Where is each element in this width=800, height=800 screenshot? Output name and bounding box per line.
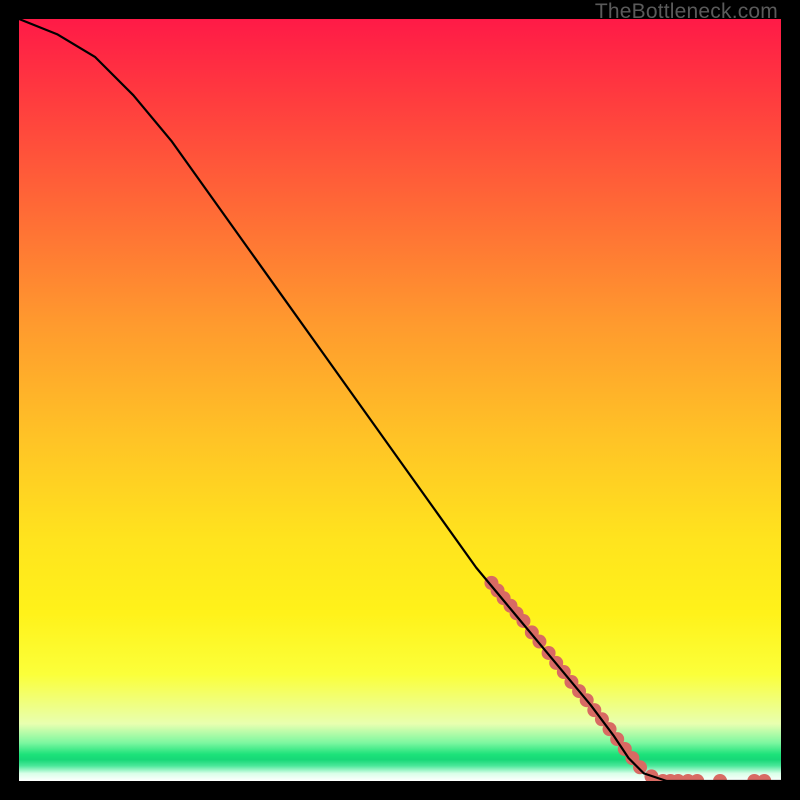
plot-area bbox=[19, 19, 781, 781]
watermark-text: TheBottleneck.com bbox=[595, 0, 778, 24]
chart-frame: TheBottleneck.com bbox=[0, 0, 800, 800]
